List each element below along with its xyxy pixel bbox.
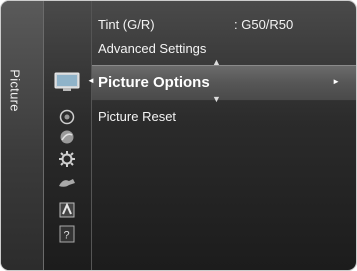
support-icon[interactable]: ? — [43, 223, 91, 245]
scroll-down-arrow-icon: ▼ — [212, 94, 221, 104]
right-arrow-icon: ► — [332, 77, 340, 86]
tint-label: Tint (G/R) — [98, 17, 155, 32]
tint-value: : G50/R50 — [234, 17, 294, 32]
picture-reset-option[interactable]: Picture Reset — [98, 109, 176, 124]
category-label-box: Picture — [3, 53, 27, 133]
sound-icon[interactable] — [43, 107, 91, 127]
tv-menu-window: Picture ? Tint (G/R) : G50/R50 Advanced — [0, 0, 357, 271]
tint-option[interactable]: Tint (G/R) — [98, 17, 155, 32]
channel-icon[interactable] — [43, 127, 91, 147]
category-label: Picture — [7, 69, 23, 112]
picture-options-option[interactable]: Picture Options ► — [92, 65, 356, 101]
menu-items-panel: Tint (G/R) : G50/R50 Advanced Settings ▲… — [92, 1, 356, 270]
category-icon-column: ? — [43, 1, 92, 270]
input-icon[interactable] — [43, 173, 91, 193]
picture-options-label: Picture Options — [98, 74, 210, 91]
left-arrow-icon: ◄ — [87, 76, 95, 85]
category-strip: Picture — [1, 1, 44, 270]
setup-icon[interactable] — [43, 147, 91, 171]
advanced-settings-option[interactable]: Advanced Settings — [98, 41, 206, 56]
picture-icon[interactable] — [43, 67, 91, 97]
application-icon[interactable] — [43, 199, 91, 221]
svg-text:?: ? — [64, 230, 70, 242]
